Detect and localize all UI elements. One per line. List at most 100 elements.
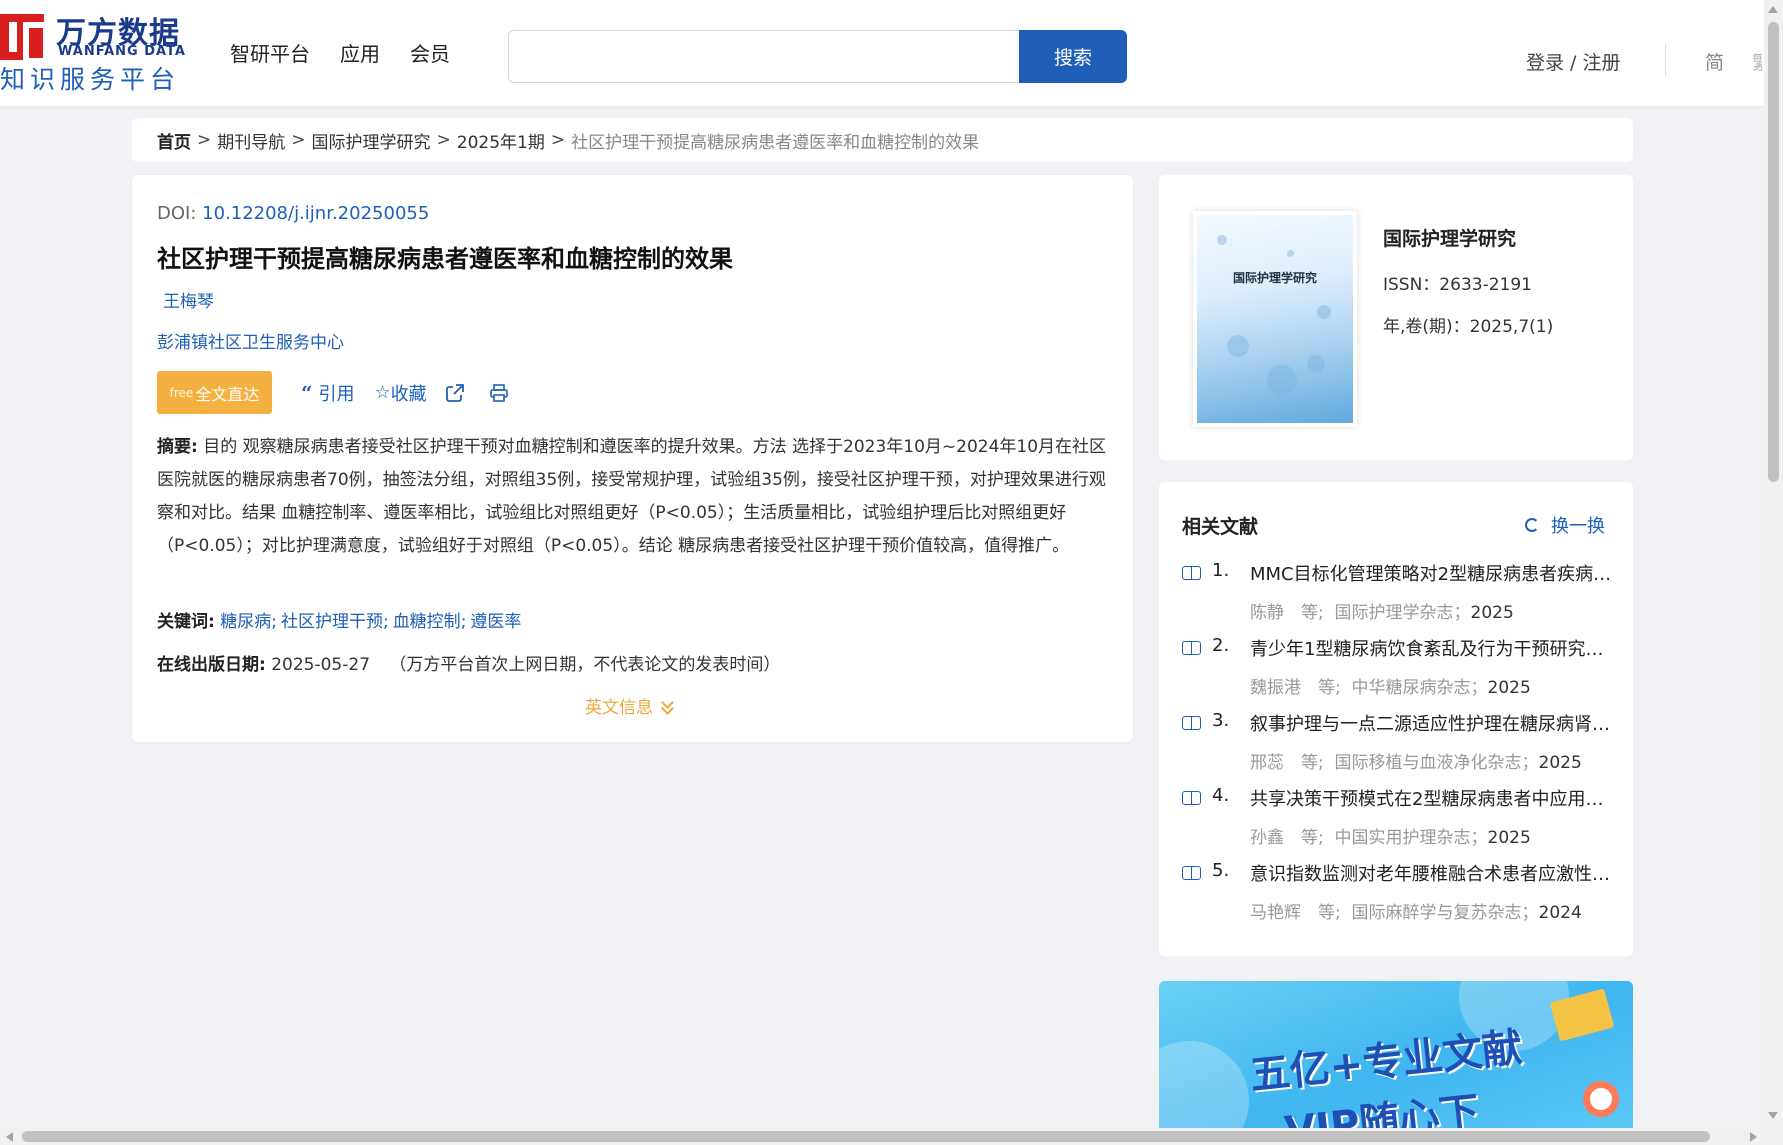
item-number: 5. (1212, 860, 1230, 881)
breadcrumb-separator: > (291, 130, 306, 150)
list-item: 3. 叙事护理与一点二源适应性护理在糖尿病肾病患者中的应用 邢蕊 等; 国际移植… (1182, 710, 1612, 785)
keyword-link[interactable]: 糖尿病 (220, 612, 271, 632)
top-header: 万方数据 WANFANG DATA 知识服务平台 智研平台 应用 会员 搜索 登… (0, 0, 1764, 106)
author-link[interactable]: 王梅琴 (163, 287, 214, 312)
search-button[interactable]: 搜索 (1019, 30, 1127, 83)
related-article-link[interactable]: MMC目标化管理策略对2型糖尿病患者疾病认知及自我管理能力的影响 (1250, 560, 1612, 586)
list-item: 1. MMC目标化管理策略对2型糖尿病患者疾病认知及自我管理能力的影响 陈静 等… (1182, 560, 1612, 635)
related-title: 相关文献 (1182, 516, 1259, 538)
star-icon: ☆ (374, 382, 391, 403)
refresh-button[interactable]: 换一换 (1525, 512, 1605, 538)
scroll-left-icon[interactable] (6, 1132, 13, 1142)
item-number: 3. (1212, 710, 1230, 731)
organization-link[interactable]: 彭浦镇社区卫生服务中心 (157, 328, 344, 353)
related-article-link[interactable]: 叙事护理与一点二源适应性护理在糖尿病肾病患者中的应用 (1250, 710, 1612, 736)
share-icon (445, 383, 464, 402)
horizontal-scroll-thumb[interactable] (22, 1131, 1710, 1142)
list-item: 4. 共享决策干预模式在2型糖尿病患者中应用效果分析 孙鑫 等; 中国实用护理杂… (1182, 785, 1612, 860)
book-icon (1182, 791, 1202, 805)
main-nav: 智研平台 应用 会员 (230, 38, 450, 67)
book-icon (1182, 566, 1202, 580)
ring-decoration-icon (1583, 1081, 1619, 1117)
breadcrumb-separator: > (550, 130, 566, 150)
fulltext-button[interactable]: free 全文直达 (157, 371, 272, 414)
book-icon (1182, 641, 1202, 655)
doi-link[interactable]: 10.12208/j.ijnr.20250055 (202, 203, 429, 224)
breadcrumb-home[interactable]: 首页 (157, 128, 191, 153)
cite-label: 引用 (318, 383, 355, 405)
search-input[interactable] (508, 30, 1020, 83)
list-item: 2. 青少年1型糖尿病饮食紊乱及行为干预研究进展 魏振港 等; 中华糖尿病杂志；… (1182, 635, 1612, 710)
breadcrumb-current: 社区护理干预提高糖尿病患者遵医率和血糖控制的效果 (571, 132, 980, 153)
vip-promo-banner[interactable]: 五亿+专业文献 VIP随心下 (1159, 981, 1633, 1128)
breadcrumb-issue[interactable]: 2025年1期 (457, 128, 545, 153)
nav-item-member[interactable]: 会员 (410, 38, 450, 67)
list-item: 5. 意识指数监测对老年腰椎融合术患者应激性反应的影响 马艳辉 等; 国际麻醉学… (1182, 860, 1612, 935)
related-list: 1. MMC目标化管理策略对2型糖尿病患者疾病认知及自我管理能力的影响 陈静 等… (1182, 560, 1612, 935)
scroll-down-icon[interactable] (1768, 1112, 1778, 1119)
journal-cover-title: 国际护理学研究 (1232, 271, 1317, 285)
nav-item-zhiyan[interactable]: 智研平台 (230, 38, 310, 67)
lang-traditional-button[interactable]: 繁 (1752, 48, 1762, 75)
related-literature-card: 相关文献 换一换 1. MMC目标化管理策略对2型糖尿病患者疾病认知及自我管理能… (1159, 482, 1633, 956)
lang-simplified-button[interactable]: 简 (1705, 48, 1724, 75)
related-meta: 魏振港 等; 中华糖尿病杂志；2025 (1250, 678, 1531, 698)
breadcrumb: 首页 > 期刊导航 > 国际护理学研究 > 2025年1期 > 社区护理干预提高… (132, 118, 1633, 162)
collect-button[interactable]: ☆ 收藏 (375, 380, 427, 406)
horizontal-scrollbar[interactable] (0, 1128, 1783, 1145)
vertical-scrollbar[interactable] (1764, 0, 1783, 1128)
english-info-toggle[interactable]: 英文信息 (585, 693, 675, 718)
pubdate-label: 在线出版日期: (157, 655, 266, 675)
related-article-link[interactable]: 共享决策干预模式在2型糖尿病患者中应用效果分析 (1250, 785, 1612, 811)
abstract-label: 摘要: (157, 437, 198, 457)
journal-name-link[interactable]: 国际护理学研究 (1383, 224, 1516, 251)
login-register-link[interactable]: 登录 / 注册 (1526, 48, 1620, 75)
nav-item-apps[interactable]: 应用 (340, 38, 380, 67)
logo-mark-icon (0, 14, 49, 64)
scroll-right-icon[interactable] (1750, 1132, 1757, 1142)
refresh-label: 换一换 (1551, 516, 1605, 537)
pubdate-note: （万方平台首次上网日期，不代表论文的发表时间） (389, 655, 781, 675)
scroll-up-icon[interactable] (1768, 6, 1778, 13)
item-number: 1. (1212, 560, 1230, 581)
print-button[interactable] (489, 383, 509, 403)
free-icon: free (169, 385, 194, 400)
keyword-link[interactable]: 社区护理干预 (281, 612, 383, 632)
double-chevron-down-icon (661, 698, 675, 714)
doi-label: DOI: (157, 203, 203, 224)
pubdate-row: 在线出版日期: 2025-05-27 （万方平台首次上网日期，不代表论文的发表时… (157, 650, 780, 675)
article-actions: free 全文直达 “ 引用 ☆ 收藏 (157, 371, 509, 414)
vertical-scroll-thumb[interactable] (1768, 22, 1779, 482)
breadcrumb-journal-nav[interactable]: 期刊导航 (217, 128, 285, 153)
related-article-link[interactable]: 青少年1型糖尿病饮食紊乱及行为干预研究进展 (1250, 635, 1612, 661)
cite-button[interactable]: “ 引用 (301, 380, 355, 406)
journal-cover[interactable]: 国际护理学研究 (1193, 211, 1357, 427)
related-meta: 陈静 等; 国际护理学杂志；2025 (1250, 603, 1514, 623)
related-meta: 孙鑫 等; 中国实用护理杂志；2025 (1250, 828, 1531, 848)
header-divider (1665, 44, 1666, 76)
article-card: DOI: 10.12208/j.ijnr.20250055 社区护理干预提高糖尿… (132, 175, 1133, 742)
journal-card: 国际护理学研究 国际护理学研究 ISSN：2633-2191 年,卷(期)：20… (1159, 175, 1633, 460)
keywords-row: 关键词: 糖尿病; 社区护理干预; 血糖控制; 遵医率 (157, 612, 522, 632)
print-icon (489, 383, 508, 402)
logo-en-text: WANFANG DATA (58, 44, 186, 59)
breadcrumb-separator: > (197, 130, 212, 150)
journal-issn: ISSN：2633-2191 (1383, 275, 1532, 295)
wanfang-logo[interactable]: 万方数据 WANFANG DATA 知识服务平台 (0, 8, 190, 94)
doi-row: DOI: 10.12208/j.ijnr.20250055 (157, 203, 429, 224)
quote-icon: “ (301, 380, 313, 405)
article-title: 社区护理干预提高糖尿病患者遵医率和血糖控制的效果 (157, 245, 733, 273)
item-number: 4. (1212, 785, 1230, 806)
refresh-icon (1525, 518, 1539, 532)
keyword-link[interactable]: 遵医率 (470, 612, 521, 632)
breadcrumb-journal[interactable]: 国际护理学研究 (312, 128, 431, 153)
item-number: 2. (1212, 635, 1230, 656)
related-meta: 马艳辉 等; 国际麻醉学与复苏杂志；2024 (1250, 903, 1582, 923)
logo-subtitle: 知识服务平台 (0, 65, 181, 94)
keyword-link[interactable]: 血糖控制 (393, 612, 461, 632)
book-icon (1182, 716, 1202, 730)
pubdate-value: 2025-05-27 (271, 655, 371, 675)
share-button[interactable] (445, 383, 465, 403)
related-article-link[interactable]: 意识指数监测对老年腰椎融合术患者应激性反应的影响 (1250, 860, 1612, 886)
related-meta: 邢蕊 等; 国际移植与血液净化杂志；2025 (1250, 753, 1582, 773)
